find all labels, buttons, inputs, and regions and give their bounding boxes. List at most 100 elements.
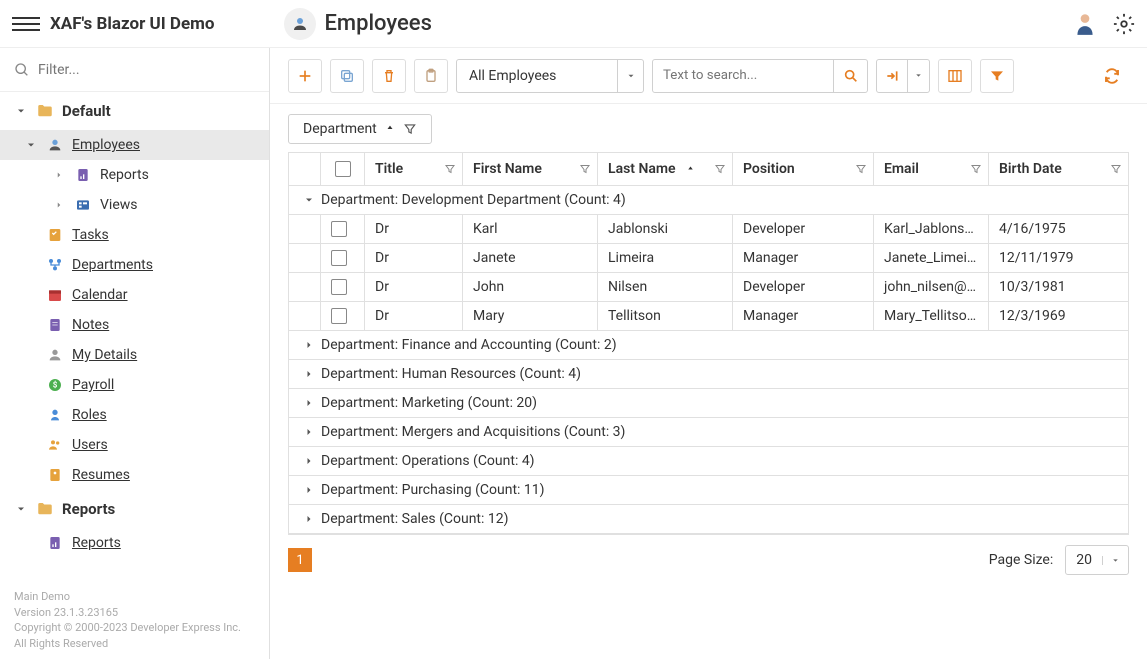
- notes-icon: [46, 316, 64, 334]
- filter-icon[interactable]: [444, 163, 456, 175]
- group-row[interactable]: Department: Purchasing (Count: 11): [289, 476, 1128, 505]
- filter-icon[interactable]: [1110, 163, 1122, 175]
- collapse-icon[interactable]: [297, 194, 321, 206]
- col-header-lastname[interactable]: Last Name: [598, 153, 733, 185]
- cell-position: Manager: [733, 302, 874, 330]
- cell-title: Dr: [365, 273, 463, 301]
- group-label: Department: Marketing (Count: 20): [321, 395, 537, 411]
- table-row[interactable]: DrKarlJablonskiDeveloperKarl_Jablonski..…: [289, 215, 1128, 244]
- nav-item[interactable]: Employees: [0, 130, 269, 160]
- page-number[interactable]: 1: [288, 548, 312, 572]
- group-row[interactable]: Department: Marketing (Count: 20): [289, 389, 1128, 418]
- expand-icon[interactable]: [297, 339, 321, 351]
- filter-icon[interactable]: [970, 163, 982, 175]
- nav-item[interactable]: Users: [0, 430, 269, 460]
- group-label: Department: Human Resources (Count: 4): [321, 366, 581, 382]
- group-row[interactable]: Department: Finance and Accounting (Coun…: [289, 331, 1128, 360]
- filter-icon[interactable]: [714, 163, 726, 175]
- row-checkbox[interactable]: [321, 302, 365, 330]
- new-button[interactable]: [288, 59, 322, 93]
- search-input[interactable]: [653, 68, 833, 83]
- nav-item-label: Notes: [72, 317, 109, 333]
- row-checkbox[interactable]: [321, 215, 365, 243]
- filter-icon[interactable]: [579, 163, 591, 175]
- sort-asc-icon: [686, 164, 695, 175]
- col-header-title[interactable]: Title: [365, 153, 463, 185]
- view-dropdown[interactable]: All Employees: [456, 59, 644, 93]
- table-row[interactable]: DrJaneteLimeiraManagerJanete_Limeira...1…: [289, 244, 1128, 273]
- group-row[interactable]: Department: Sales (Count: 12): [289, 505, 1128, 534]
- footer-line: All Rights Reserved: [14, 636, 255, 651]
- nav-item[interactable]: $Payroll: [0, 370, 269, 400]
- calendar-icon: [46, 286, 64, 304]
- group-row[interactable]: Department: Operations (Count: 4): [289, 447, 1128, 476]
- expand-icon[interactable]: [297, 455, 321, 467]
- col-header-email[interactable]: Email: [874, 153, 989, 185]
- row-checkbox[interactable]: [321, 273, 365, 301]
- delete-button[interactable]: [372, 59, 406, 93]
- col-header-firstname[interactable]: First Name: [463, 153, 598, 185]
- footer-line: Copyright © 2000-2023 Developer Express …: [14, 620, 255, 635]
- chevron-down-icon[interactable]: [617, 60, 643, 92]
- cell-lastname: Nilsen: [598, 273, 733, 301]
- filter-icon[interactable]: [855, 163, 867, 175]
- row-checkbox[interactable]: [321, 244, 365, 272]
- nav-group[interactable]: Reports: [0, 490, 269, 528]
- page-size-dropdown[interactable]: 20: [1065, 545, 1129, 575]
- page-size-value: 20: [1066, 552, 1102, 568]
- filter-icon[interactable]: [403, 122, 417, 136]
- export-button[interactable]: [876, 59, 930, 93]
- report-icon: [46, 534, 64, 552]
- user-avatar[interactable]: [1071, 10, 1099, 38]
- nav-item[interactable]: Notes: [0, 310, 269, 340]
- group-label: Department: Development Department (Coun…: [321, 192, 626, 208]
- settings-icon[interactable]: [1113, 13, 1135, 35]
- expand-icon[interactable]: [297, 513, 321, 525]
- nav-item-label: Roles: [72, 407, 107, 423]
- mydetails-icon: [46, 346, 64, 364]
- columns-button[interactable]: [938, 59, 972, 93]
- report-icon: [74, 166, 92, 184]
- expand-header: [289, 153, 321, 185]
- chevron-down-icon[interactable]: [1102, 556, 1128, 565]
- nav-filter-input[interactable]: [38, 62, 255, 78]
- table-row[interactable]: DrMaryTellitsonManagerMary_Tellitson...1…: [289, 302, 1128, 331]
- group-column-label: Department: [303, 121, 377, 137]
- nav-item-label: Users: [72, 437, 108, 453]
- cell-title: Dr: [365, 244, 463, 272]
- nav-group[interactable]: Default: [0, 92, 269, 130]
- nav-item[interactable]: Tasks: [0, 220, 269, 250]
- nav-item[interactable]: Reports: [0, 528, 269, 558]
- nav-item[interactable]: My Details: [0, 340, 269, 370]
- col-header-position[interactable]: Position: [733, 153, 874, 185]
- group-row[interactable]: Department: Development Department (Coun…: [289, 186, 1128, 215]
- nav-item[interactable]: Views: [48, 190, 269, 220]
- group-panel-item[interactable]: Department: [288, 114, 432, 144]
- expand-icon[interactable]: [297, 484, 321, 496]
- clipboard-button[interactable]: [414, 59, 448, 93]
- group-row[interactable]: Department: Mergers and Acquisitions (Co…: [289, 418, 1128, 447]
- group-label: Department: Operations (Count: 4): [321, 453, 535, 469]
- group-row[interactable]: Department: Human Resources (Count: 4): [289, 360, 1128, 389]
- nav-item[interactable]: Roles: [0, 400, 269, 430]
- cell-lastname: Limeira: [598, 244, 733, 272]
- hamburger-menu[interactable]: [12, 10, 40, 38]
- nav-item-label: My Details: [72, 347, 137, 363]
- expand-icon[interactable]: [297, 426, 321, 438]
- nav-item[interactable]: Resumes: [0, 460, 269, 490]
- filter-button[interactable]: [980, 59, 1014, 93]
- search-button[interactable]: [833, 60, 867, 92]
- clone-button[interactable]: [330, 59, 364, 93]
- table-row[interactable]: DrJohnNilsenDeveloperjohn_nilsen@ex...10…: [289, 273, 1128, 302]
- expand-icon[interactable]: [297, 397, 321, 409]
- expand-icon[interactable]: [297, 368, 321, 380]
- nav-item[interactable]: Departments: [0, 250, 269, 280]
- cell-birthdate: 12/11/1979: [989, 244, 1128, 272]
- col-header-birthdate[interactable]: Birth Date: [989, 153, 1128, 185]
- nav-item-label: Tasks: [72, 227, 109, 243]
- refresh-button[interactable]: [1095, 59, 1129, 93]
- select-all-header[interactable]: [321, 153, 365, 185]
- nav-item[interactable]: Reports: [48, 160, 269, 190]
- chevron-down-icon[interactable]: [907, 60, 929, 92]
- nav-item[interactable]: Calendar: [0, 280, 269, 310]
